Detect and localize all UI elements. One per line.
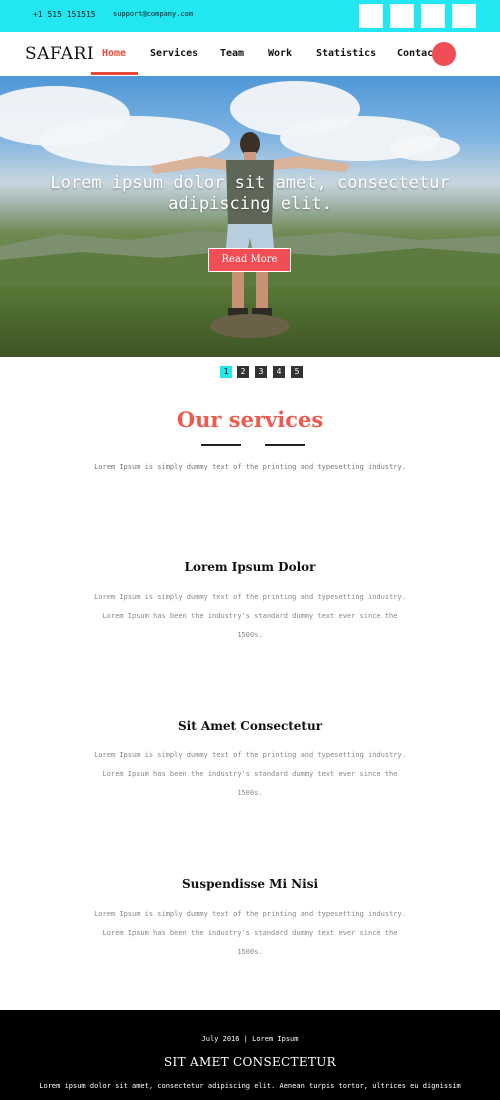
slide-dot-3[interactable]: 3 — [255, 366, 267, 378]
heading-divider-right — [265, 444, 305, 446]
main-navigation: SAFARI Home Services Team Work Statistic… — [0, 32, 500, 76]
nav-home[interactable]: Home — [102, 48, 126, 59]
service-description: Lorem Ipsum is simply dummy text of the … — [94, 751, 406, 797]
service-title: Sit Amet Consectetur — [177, 719, 323, 733]
cloud — [390, 136, 460, 161]
slide-dot-4[interactable]: 4 — [273, 366, 285, 378]
nav-work[interactable]: Work — [268, 48, 292, 59]
service-description: Lorem Ipsum is simply dummy text of the … — [94, 593, 406, 639]
nav-statistics[interactable]: Statistics — [316, 48, 376, 59]
social-icon-4[interactable] — [452, 4, 476, 28]
support-email-link[interactable]: support@company.com — [113, 10, 193, 18]
heading-divider-left — [201, 444, 241, 446]
footer-title: SIT AMET CONSECTETUR — [164, 1055, 336, 1069]
service-title: Lorem Ipsum Dolor — [184, 560, 316, 574]
hero-headline: Lorem ipsum dolor sit amet, consectetur … — [50, 173, 450, 214]
slide-dot-5[interactable]: 5 — [291, 366, 303, 378]
hero-slider: Lorem ipsum dolor sit amet, consectetur … — [0, 76, 500, 357]
hiker-figure — [150, 132, 350, 338]
slide-dot-2[interactable]: 2 — [237, 366, 249, 378]
footer-text: Lorem ipsum dolor sit amet, consectetur … — [39, 1082, 461, 1090]
active-nav-indicator — [91, 72, 138, 75]
menu-toggle-button[interactable] — [432, 42, 456, 66]
phone-number: +1 515 151515 — [33, 10, 96, 19]
slide-dot-1[interactable]: 1 — [220, 366, 232, 378]
social-icon-3[interactable] — [421, 4, 445, 28]
nav-services[interactable]: Services — [150, 48, 198, 59]
services-heading: Our services — [176, 407, 324, 432]
social-icon-2[interactable] — [390, 4, 414, 28]
footer-date: July 2016 | Lorem Ipsum — [201, 1035, 299, 1043]
footer-banner: July 2016 | Lorem Ipsum SIT AMET CONSECT… — [0, 1010, 500, 1100]
top-contact-bar: +1 515 151515 support@company.com — [0, 0, 500, 32]
read-more-button[interactable]: Read More — [208, 248, 291, 272]
social-icon-1[interactable] — [359, 4, 383, 28]
service-description: Lorem Ipsum is simply dummy text of the … — [94, 910, 406, 956]
brand-logo[interactable]: SAFARI — [25, 44, 94, 64]
services-subtitle: Lorem Ipsum is simply dummy text of the … — [94, 463, 406, 471]
service-title: Suspendisse Mi Nisi — [181, 877, 319, 891]
nav-team[interactable]: Team — [220, 48, 244, 59]
